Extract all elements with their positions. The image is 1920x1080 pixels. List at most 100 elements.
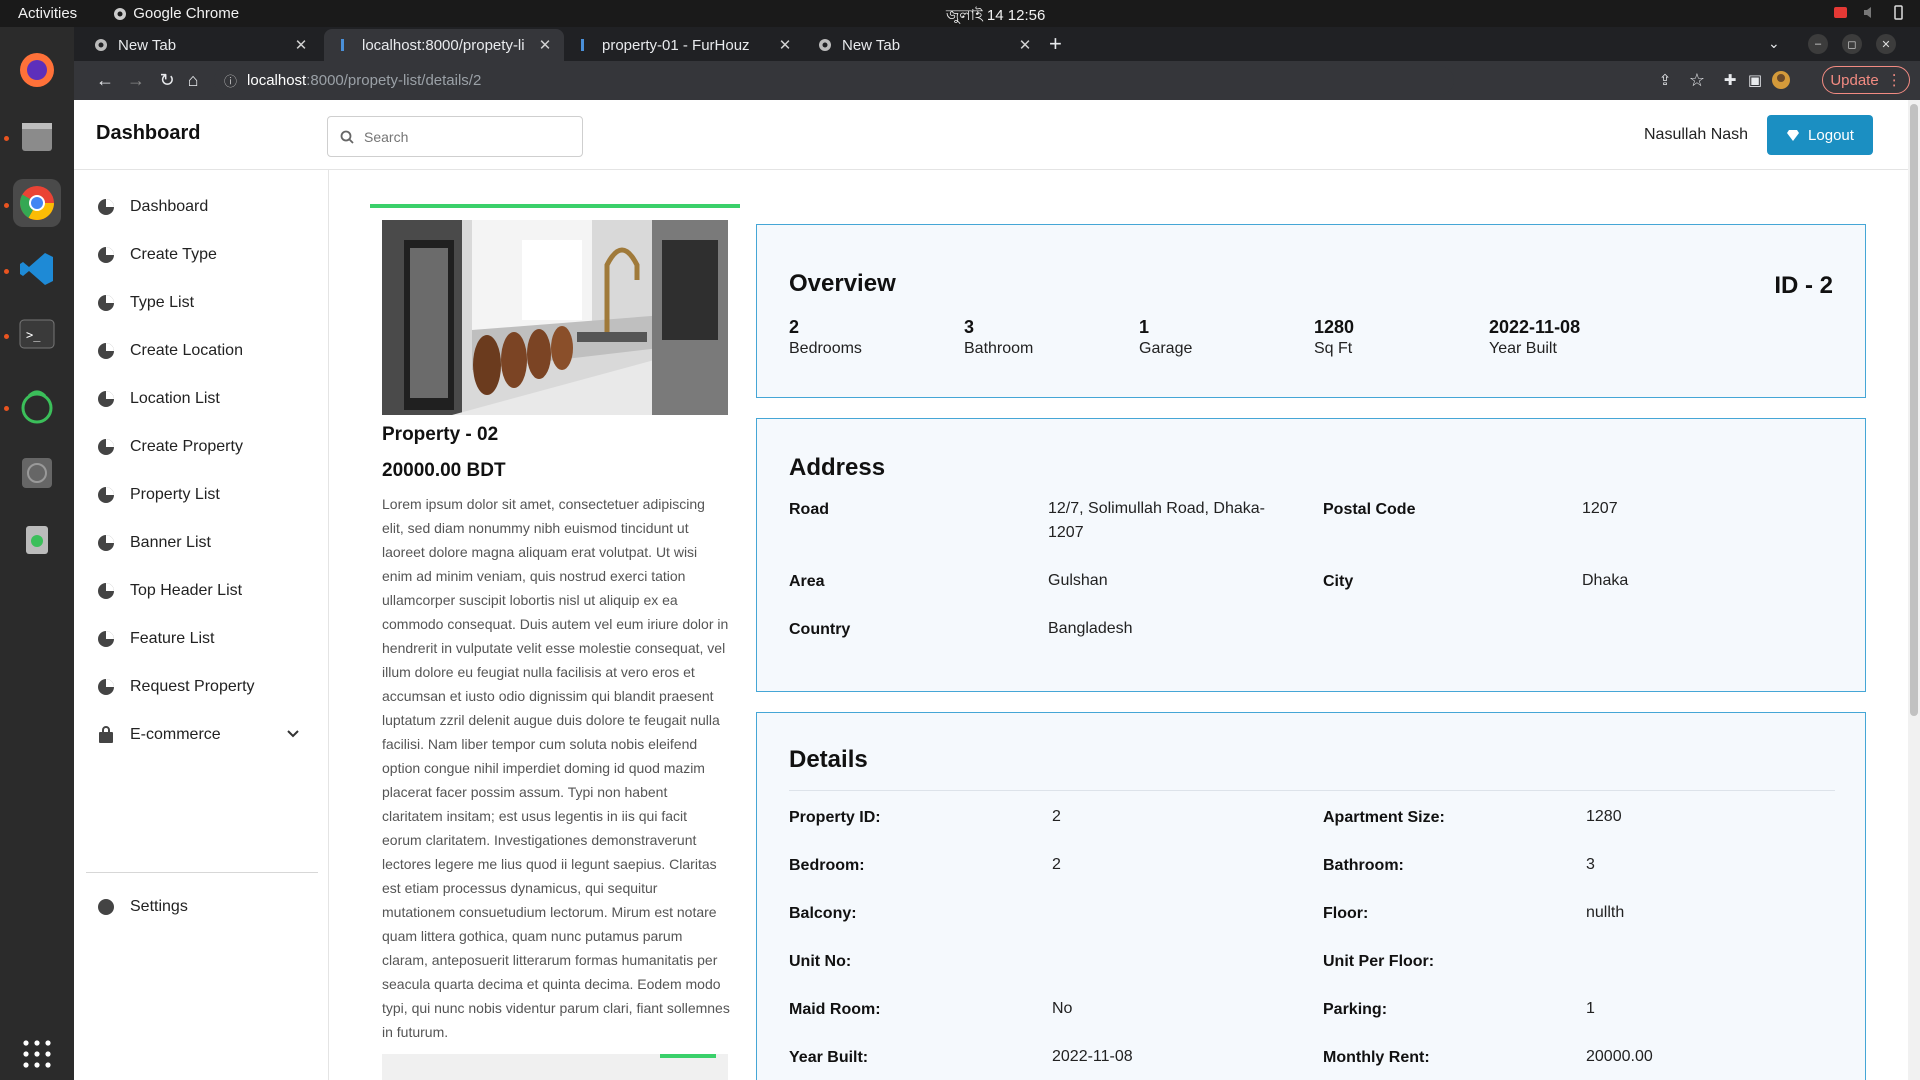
clock[interactable]: জুলাই 14 12:56 — [946, 4, 1045, 29]
property-photo — [382, 220, 728, 415]
pgadmin-launcher[interactable] — [13, 382, 61, 430]
detail-value: No — [1052, 1000, 1073, 1017]
sidebar-item-label: Top Header List — [130, 582, 243, 599]
sidebar-item-location-list[interactable]: Location List — [96, 384, 311, 414]
sidebar-item-label: E-commerce — [130, 726, 221, 743]
address-title: Address — [789, 454, 886, 481]
site-info-icon[interactable]: ⓘ — [224, 71, 237, 90]
trash-launcher[interactable] — [13, 515, 61, 563]
close-icon[interactable]: ✕ — [1014, 36, 1036, 54]
page-scrollbar[interactable] — [1908, 100, 1920, 1080]
overview-title: Overview — [789, 270, 896, 297]
app-page: Dashboard Nasullah Nash Logout Dashboard… — [74, 100, 1908, 1080]
detail-label: Unit No: — [789, 953, 852, 970]
detail-label: Floor: — [1323, 905, 1369, 922]
dock: >_ — [0, 27, 74, 1080]
sidebar-item-property-list[interactable]: Property List — [96, 480, 311, 510]
detail-value: 3 — [1586, 856, 1595, 873]
files-launcher[interactable] — [13, 112, 61, 160]
terminal-icon: >_ — [19, 319, 55, 349]
sidebar-item-label: Property List — [130, 486, 220, 503]
home-icon[interactable]: ⌂ — [182, 69, 204, 91]
detail-value: 20000.00 — [1586, 1048, 1653, 1065]
terminal-launcher[interactable]: >_ — [13, 310, 61, 358]
sidebar-item-create-property[interactable]: Create Property — [96, 432, 311, 462]
detail-value: 2 — [1052, 856, 1061, 873]
close-icon[interactable]: ✕ — [534, 36, 556, 54]
share-icon[interactable]: ⇪ — [1654, 69, 1676, 91]
pie-chart-icon — [98, 391, 114, 407]
scrollbar-thumb[interactable] — [1910, 104, 1918, 716]
chrome-running-indicator — [4, 203, 9, 208]
detail-value: nullth — [1586, 904, 1625, 921]
sidebar: Dashboard Create Type Type List Create L… — [74, 170, 329, 1080]
logout-button[interactable]: Logout — [1767, 115, 1873, 155]
close-icon[interactable]: ✕ — [774, 36, 796, 54]
window-close-button[interactable]: ✕ — [1876, 34, 1896, 54]
activities-button[interactable]: Activities — [18, 5, 77, 22]
stat-value: 2 — [789, 317, 800, 337]
detail-label: Property ID: — [789, 809, 881, 826]
city-label: City — [1323, 573, 1354, 590]
sidebar-item-create-location[interactable]: Create Location — [96, 336, 311, 366]
toolbar: ← → ↻ ⌂ ⓘ localhost:8000/propety-list/de… — [74, 61, 1920, 100]
logout-label: Logout — [1808, 126, 1854, 144]
footer-button[interactable] — [660, 1054, 716, 1058]
sidebar-item-label: Create Type — [130, 246, 217, 263]
tab-search-icon[interactable]: ⌄ — [1768, 35, 1780, 52]
sidebar-item-feature-list[interactable]: Feature List — [96, 624, 311, 654]
system-tray[interactable] — [1833, 5, 1906, 20]
country-label: Country — [789, 621, 851, 638]
sidebar-item-ecommerce[interactable]: E-commerce — [96, 720, 311, 750]
profile-avatar[interactable] — [1770, 69, 1792, 91]
address-bar[interactable]: ⓘ localhost:8000/propety-list/details/2 — [214, 66, 1454, 95]
tab-furhouz[interactable]: property-01 - FurHouz ✕ — [564, 29, 804, 61]
sidebar-item-type-list[interactable]: Type List — [96, 288, 311, 318]
detail-value: 2 — [1052, 808, 1061, 825]
close-icon[interactable]: ✕ — [290, 36, 312, 54]
reload-icon[interactable]: ↻ — [156, 69, 178, 91]
search-input[interactable] — [364, 128, 564, 145]
bookmark-star-icon[interactable]: ☆ — [1686, 69, 1708, 91]
svg-text:>_: >_ — [26, 328, 41, 342]
detail-label: Unit Per Floor: — [1323, 953, 1435, 970]
app-menu[interactable]: Google Chrome — [113, 5, 239, 22]
sidebar-item-settings[interactable]: Settings — [96, 892, 311, 922]
chrome-launcher[interactable] — [13, 179, 61, 227]
sidebar-item-top-header-list[interactable]: Top Header List — [96, 576, 311, 606]
update-button[interactable]: Update ⋮ — [1822, 66, 1910, 94]
url-host: localhost — [247, 72, 307, 89]
brand-title[interactable]: Dashboard — [96, 122, 200, 145]
extensions-icon[interactable]: ✚ — [1719, 69, 1741, 91]
side-panel-icon[interactable]: ▣ — [1744, 69, 1766, 91]
chrome-icon — [20, 186, 54, 220]
vscode-launcher[interactable] — [13, 245, 61, 293]
property-id-label: ID - 2 — [1774, 272, 1833, 299]
maximize-button[interactable]: ◻ — [1842, 34, 1862, 54]
tab-new-tab-2[interactable]: New Tab ✕ — [804, 29, 1044, 61]
site-favicon — [341, 39, 344, 51]
show-apps-button[interactable] — [13, 1030, 61, 1078]
pie-chart-icon — [98, 679, 114, 695]
firefox-launcher[interactable] — [13, 46, 61, 94]
disc-launcher[interactable] — [13, 449, 61, 497]
sidebar-item-banner-list[interactable]: Banner List — [96, 528, 311, 558]
stat-year-built: 2022-11-08 Year Built — [1489, 317, 1580, 358]
sidebar-item-label: Type List — [130, 294, 195, 311]
detail-label: Bathroom: — [1323, 857, 1404, 874]
tab-new-tab-1[interactable]: New Tab ✕ — [80, 29, 320, 61]
sidebar-item-request-property[interactable]: Request Property — [96, 672, 311, 702]
sidebar-item-dashboard[interactable]: Dashboard — [96, 192, 311, 222]
sidebar-item-create-type[interactable]: Create Type — [96, 240, 311, 270]
tab-property-details[interactable]: localhost:8000/propety-li ✕ — [324, 29, 564, 61]
details-divider — [789, 790, 1835, 791]
chevron-down-icon[interactable] — [285, 726, 301, 742]
details-panel: Details Property ID: 2 Apartment Size: 1… — [756, 712, 1866, 1080]
back-icon[interactable]: ← — [94, 69, 116, 91]
minimize-button[interactable]: – — [1808, 34, 1828, 54]
search-box[interactable] — [327, 116, 583, 157]
tab-title: New Tab — [842, 36, 901, 54]
forward-icon[interactable]: → — [125, 69, 147, 91]
new-tab-button[interactable]: + — [1049, 33, 1062, 55]
diamond-icon — [1787, 130, 1800, 141]
